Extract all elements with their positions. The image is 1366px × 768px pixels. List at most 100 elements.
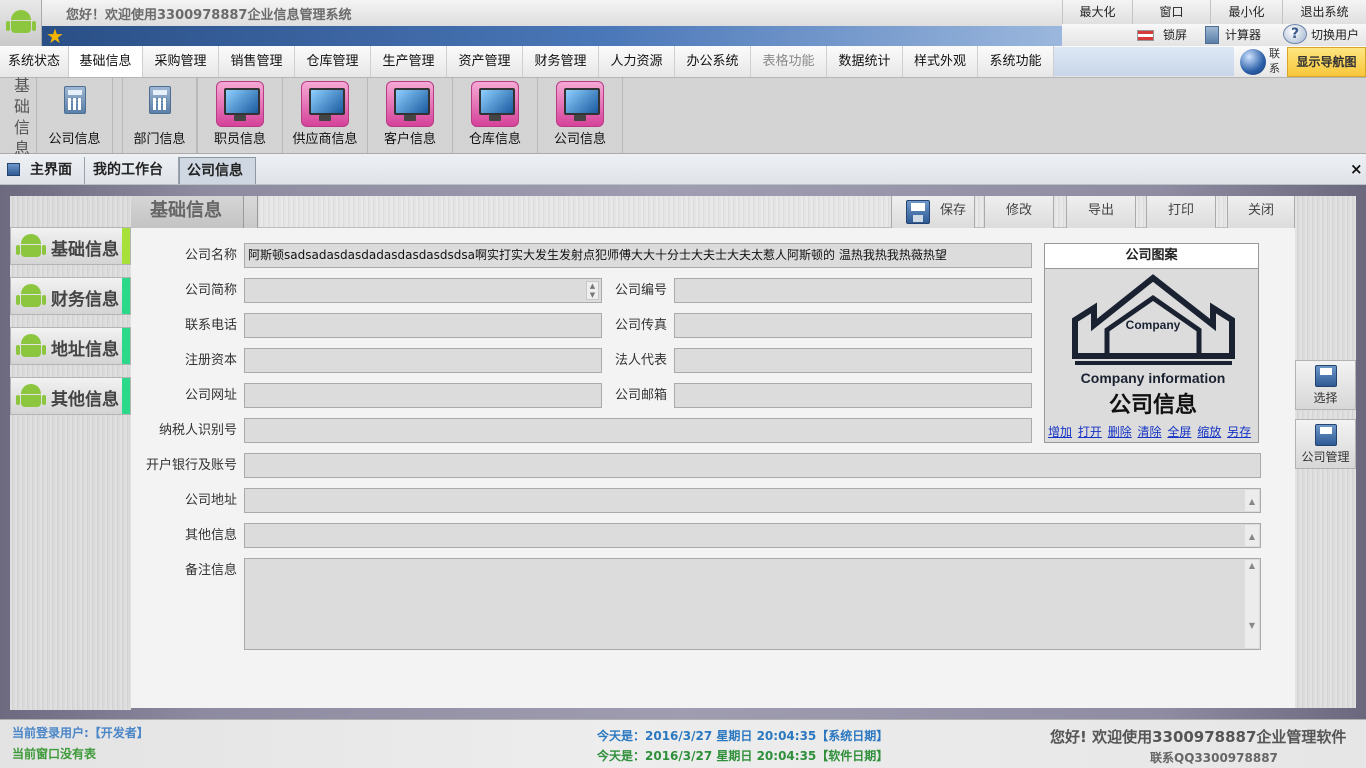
sidebar-item-other-info[interactable]: 其他信息 [10,377,131,415]
company-logo-panel: 公司图案 Company Company information 公司信息 增加… [1044,243,1259,443]
other-info-field[interactable]: ▲▼ [244,523,1261,548]
ribbon-department-info-button[interactable]: 部门信息 [123,78,197,153]
select-label: 选择 [1313,391,1338,405]
window-button[interactable]: 窗口 [1132,0,1210,24]
ribbon-label: 公司信息 [48,132,101,147]
left-nav-panel [10,196,131,710]
menu-office[interactable]: 办公系统 [675,46,751,77]
zoom-logo-link[interactable]: 缩放 [1197,425,1221,439]
remarks-field[interactable]: ▲ ▼ [244,558,1261,650]
label-short-name: 公司简称 [184,283,237,298]
menu-table[interactable]: 表格功能 [751,46,827,77]
label-company-no: 公司编号 [614,283,667,298]
menu-warehouse[interactable]: 仓库管理 [295,46,371,77]
tab-workbench[interactable]: 我的工作台 [86,157,179,184]
menu-finance[interactable]: 财务管理 [523,46,599,77]
menu-system-status[interactable]: 系统状态 [0,46,69,77]
logo-panel-title: 公司图案 [1045,244,1258,269]
menu-system-functions[interactable]: 系统功能 [978,46,1054,77]
lock-icon[interactable] [1137,30,1154,41]
menu-purchase[interactable]: 采购管理 [143,46,219,77]
delete-logo-link[interactable]: 删除 [1108,425,1132,439]
floppy-save-icon [906,200,930,224]
sidebar-item-address-info[interactable]: 地址信息 [10,327,131,365]
star-icon[interactable]: ★ [46,26,64,46]
calculator-button[interactable]: 计算器 [1225,24,1261,46]
monitor-icon [216,81,264,127]
website-field[interactable] [244,383,602,408]
clear-logo-link[interactable]: 清除 [1138,425,1162,439]
label-email: 公司邮箱 [614,388,667,403]
short-name-field[interactable]: ▲ ▼ [244,278,602,303]
tax-id-field[interactable] [244,418,1032,443]
menu-basic-info[interactable]: 基础信息 [69,46,143,77]
menu-hr[interactable]: 人力资源 [599,46,675,77]
android-icon [16,234,46,260]
label-bank: 开户银行及账号 [145,458,237,473]
switch-user-button[interactable]: 切换用户 [1311,24,1359,46]
menu-appearance[interactable]: 样式外观 [903,46,978,77]
company-name-field[interactable]: 阿斯顿sadsadasdasdadasdasdasdsdsa啊实打实大发生发射点… [244,243,1032,268]
company-no-field[interactable] [674,278,1032,303]
ribbon-supplier-info-button[interactable]: 供应商信息 [283,78,368,153]
tab-company-info[interactable]: 公司信息 [179,157,256,184]
ribbon-company-info-button[interactable]: 公司信息 [37,78,113,153]
ribbon-company-info-2-button[interactable]: 公司信息 [538,78,623,153]
lock-screen-button[interactable]: 锁屏 [1163,24,1187,46]
ribbon-employee-info-button[interactable]: 职员信息 [197,78,283,153]
close-button[interactable]: 关闭 [1227,196,1295,228]
label-company-name: 公司名称 [184,248,237,263]
menu-statistics[interactable]: 数据统计 [827,46,903,77]
export-button[interactable]: 导出 [1066,196,1136,228]
show-nav-button[interactable]: 显示导航图 [1287,47,1366,77]
phone-field[interactable] [244,313,602,338]
capital-field[interactable] [244,348,602,373]
exit-button[interactable]: 退出系统 [1282,0,1366,24]
email-field[interactable] [674,383,1032,408]
address-field[interactable]: ▲▼ [244,488,1261,513]
label-legal-rep: 法人代表 [614,353,667,368]
ribbon-label: 客户信息 [383,132,436,147]
ribbon-customer-info-button[interactable]: 客户信息 [368,78,453,153]
menu-sales[interactable]: 销售管理 [219,46,295,77]
ribbon-warehouse-info-button[interactable]: 仓库信息 [453,78,538,153]
open-logo-link[interactable]: 打开 [1078,425,1102,439]
saveas-logo-link[interactable]: 另存 [1227,425,1251,439]
add-logo-link[interactable]: 增加 [1048,425,1072,439]
calculator-icon[interactable] [1205,26,1219,44]
address-scrollbar[interactable]: ▲▼ [1245,490,1259,511]
legal-rep-field[interactable] [674,348,1032,373]
help-user-icon[interactable]: ? [1283,24,1307,44]
minimize-button[interactable]: 最小化 [1210,0,1282,24]
menu-production[interactable]: 生产管理 [371,46,447,77]
maximize-button[interactable]: 最大化 [1062,0,1132,24]
label-address: 公司地址 [184,493,237,508]
company-manage-button[interactable]: 公司管理 [1295,419,1356,469]
logo-actions: 增加 打开 删除 清除 全屏 缩放 另存 [1046,423,1257,441]
fullscreen-logo-link[interactable]: 全屏 [1167,425,1191,439]
system-date: 今天是：2016/3/27 星期日 20:04:35【系统日期】 [597,729,889,743]
edit-button[interactable]: 修改 [984,196,1054,228]
print-button[interactable]: 打印 [1146,196,1216,228]
contact-button[interactable]: 联系 [1236,46,1286,78]
close-tab-icon[interactable]: × [1350,160,1363,178]
save-button[interactable]: 保存 [891,196,975,228]
ribbon-label: 仓库信息 [468,132,521,147]
company-logo-image[interactable]: Company Company information 公司信息 [1047,270,1256,420]
sidebar-item-finance-info[interactable]: 财务信息 [10,277,131,315]
label-remarks: 备注信息 [184,563,237,578]
sidebar-item-label: 地址信息 [51,340,119,360]
ribbon-label: 公司信息 [553,132,606,147]
spinner-icon[interactable]: ▲ ▼ [586,281,599,300]
menu-assets[interactable]: 资产管理 [447,46,523,77]
fax-field[interactable] [674,313,1032,338]
sidebar-item-basic-info[interactable]: 基础信息 [10,227,131,265]
bank-field[interactable] [244,453,1261,478]
label-phone: 联系电话 [184,318,237,333]
tab-main[interactable]: 主界面 [24,157,85,184]
sidebar-accent [122,328,130,364]
other-info-scrollbar[interactable]: ▲▼ [1245,525,1259,546]
contact-label: 联系 [1269,47,1280,75]
select-button[interactable]: 选择 [1295,360,1356,410]
remarks-scrollbar[interactable]: ▲ ▼ [1245,560,1259,648]
